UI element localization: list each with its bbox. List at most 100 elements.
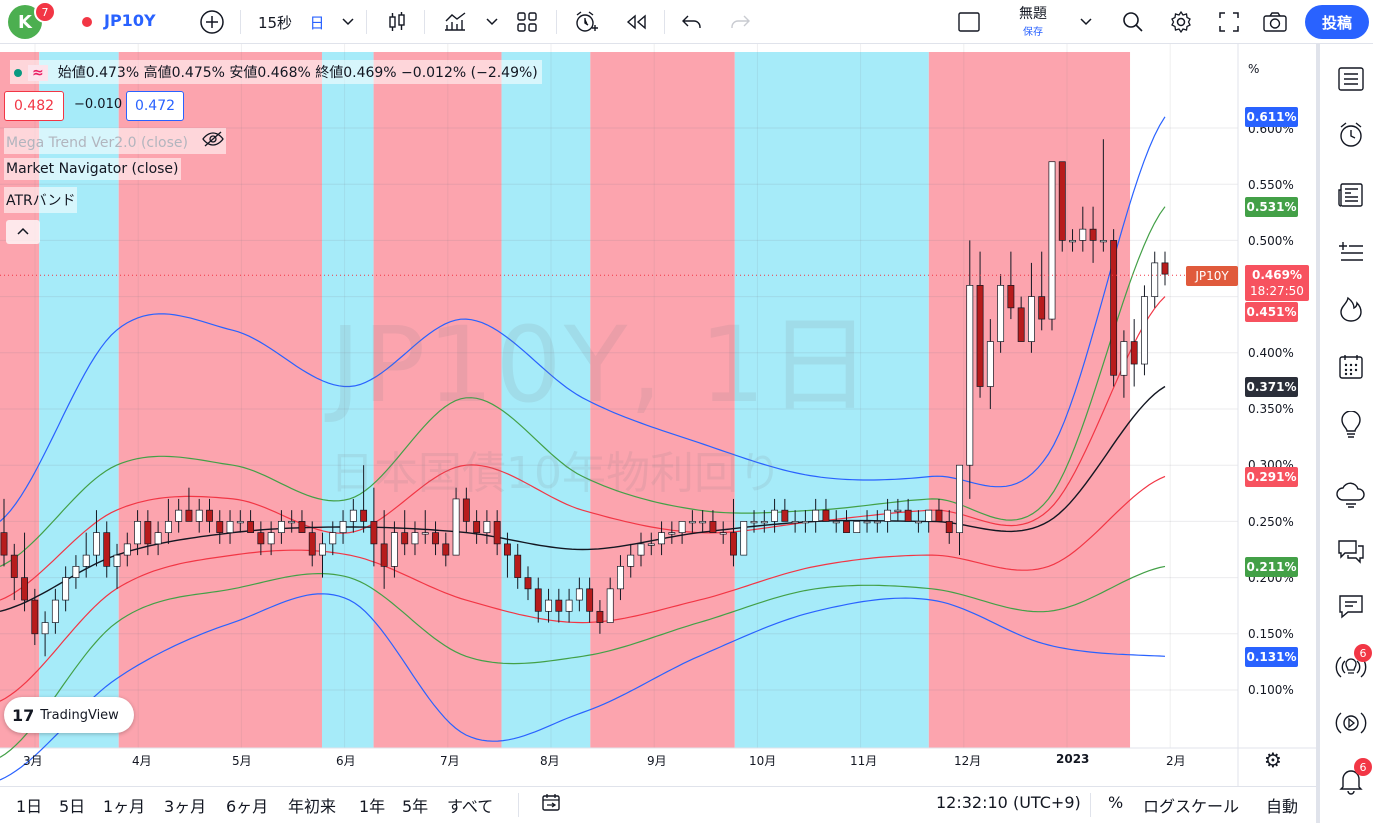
layout-title[interactable]: 無題 保存 [1000, 3, 1066, 38]
candle-body [832, 521, 840, 524]
collapse-legend-button[interactable] [6, 220, 40, 244]
candlestick-icon[interactable] [382, 6, 412, 38]
layout-icon[interactable] [954, 6, 984, 38]
candle-body [843, 521, 850, 533]
candle-body [1017, 307, 1025, 342]
alarm-icon[interactable] [1334, 118, 1368, 152]
time-axis-tick: 6月 [336, 754, 356, 768]
candle-body [1069, 240, 1076, 243]
tradingview-logo[interactable]: 17 TradingView [4, 697, 134, 733]
interval-15s-button[interactable]: 15秒 [254, 6, 296, 38]
price-axis-tick: 0.500% [1248, 234, 1294, 248]
candle-body [154, 532, 162, 545]
current-price-tag: 0.469% 18:27:50 [1245, 265, 1309, 301]
wave-icon: ≈ [28, 65, 48, 81]
range-1y-button[interactable]: 1年 [359, 793, 385, 817]
chevron-down-icon[interactable] [338, 6, 358, 38]
camera-icon[interactable] [1260, 6, 1290, 38]
replay-icon[interactable] [620, 6, 652, 38]
chevron-down-icon[interactable] [1076, 6, 1096, 38]
layout-title-label: 無題 [1019, 6, 1047, 22]
price-tag-lower-blue: 0.131% [1245, 647, 1298, 667]
indicator-atr-band[interactable]: ATRバンド [4, 187, 78, 213]
indicator-market-navigator[interactable]: Market Navigator (close) [4, 158, 181, 180]
hot-icon[interactable] [1334, 292, 1368, 326]
candle-body [945, 521, 953, 533]
candle-body [627, 554, 635, 567]
sell-price-button[interactable]: 0.482 [4, 91, 64, 121]
candle-body [1089, 228, 1097, 241]
range-3m-button[interactable]: 3ヶ月 [164, 793, 206, 817]
messages-icon[interactable] [1334, 590, 1368, 624]
candle-body [257, 532, 265, 545]
chevron-up-icon [17, 227, 29, 235]
indicators-icon[interactable] [440, 6, 470, 38]
price-tag-lower-red: 0.291% [1245, 467, 1298, 487]
candle-body [637, 543, 645, 556]
calendar-icon[interactable] [1334, 350, 1368, 384]
candle-body [1079, 228, 1087, 241]
percent-scale-toggle[interactable]: % [1108, 793, 1123, 812]
log-scale-toggle[interactable]: ログスケール [1143, 793, 1239, 817]
plus-circle-icon[interactable] [198, 6, 226, 38]
range-5d-button[interactable]: 5日 [59, 793, 85, 817]
time-axis-tick: 8月 [540, 754, 560, 768]
news-icon[interactable] [1334, 178, 1368, 212]
chevron-down-icon[interactable] [482, 6, 502, 38]
date-range-icon[interactable] [540, 792, 562, 818]
candle-body [31, 599, 39, 635]
candle-body [504, 543, 511, 556]
indicator-mega-trend[interactable]: Mega Trend Ver2.0 (close) [4, 128, 227, 154]
candle-body [514, 554, 522, 578]
settings-icon[interactable] [1166, 6, 1196, 38]
candle-body [1151, 262, 1159, 297]
candle-body [606, 588, 614, 623]
fullscreen-icon[interactable] [1214, 6, 1244, 38]
range-all-button[interactable]: すべて [447, 793, 493, 817]
candle-body [1110, 240, 1118, 376]
buy-price-button[interactable]: 0.472 [126, 91, 184, 121]
price-axis-tick: 0.150% [1248, 627, 1294, 641]
range-1m-button[interactable]: 1ヶ月 [103, 793, 145, 817]
hidden-eye-icon[interactable] [202, 131, 225, 151]
candle-body [956, 464, 963, 533]
price-tag-lower-green: 0.211% [1245, 557, 1298, 577]
toolbar-divider [518, 793, 519, 817]
toolbar-divider [1090, 793, 1091, 817]
undo-icon[interactable] [678, 6, 706, 38]
chat-cloud-icon[interactable] [1334, 478, 1368, 512]
redo-icon[interactable] [726, 6, 754, 38]
symbol-search-button[interactable]: JP10Y [104, 11, 156, 30]
candle-body [1099, 240, 1107, 243]
watchlist-icon[interactable] [1334, 62, 1368, 96]
candle-body [873, 521, 881, 524]
search-icon[interactable] [1118, 6, 1148, 38]
candle-body [113, 554, 121, 567]
right-sidebar: 6 6 [1316, 44, 1373, 823]
timezone-clock[interactable]: 12:32:10 (UTC+9) [936, 793, 1081, 812]
range-1d-button[interactable]: 1日 [16, 793, 42, 817]
auto-scale-toggle[interactable]: 自動 [1266, 793, 1298, 817]
time-axis-tick: 7月 [440, 754, 460, 768]
candle-body [688, 521, 696, 524]
range-5y-button[interactable]: 5年 [402, 793, 428, 817]
symbol-price-label: JP10Y [1186, 266, 1238, 286]
templates-icon[interactable] [512, 6, 542, 38]
range-6m-button[interactable]: 6ヶ月 [226, 793, 268, 817]
toolbar-divider [424, 10, 425, 34]
publish-idea-button[interactable]: 投稿 [1305, 5, 1369, 39]
candle-body [72, 566, 80, 578]
chats-icon[interactable] [1334, 534, 1368, 568]
range-ytd-button[interactable]: 年初来 [288, 793, 336, 817]
play-icon[interactable] [1334, 706, 1368, 740]
idea-icon[interactable] [1334, 408, 1368, 442]
layout-saved-status: 保存 [1023, 27, 1043, 38]
candle-body [565, 599, 573, 612]
alert-icon[interactable] [570, 6, 602, 38]
add-list-icon[interactable] [1334, 236, 1368, 270]
chart-area[interactable]: JP10Y, 1日 日本国債10年物利回り ≈ 始値0.473% 高値0.475%… [0, 44, 1316, 786]
interval-day-button[interactable]: 日 [304, 6, 330, 38]
axis-settings-icon[interactable]: ⚙ [1264, 748, 1282, 772]
candle-body [462, 498, 470, 522]
candle-body [935, 509, 943, 522]
